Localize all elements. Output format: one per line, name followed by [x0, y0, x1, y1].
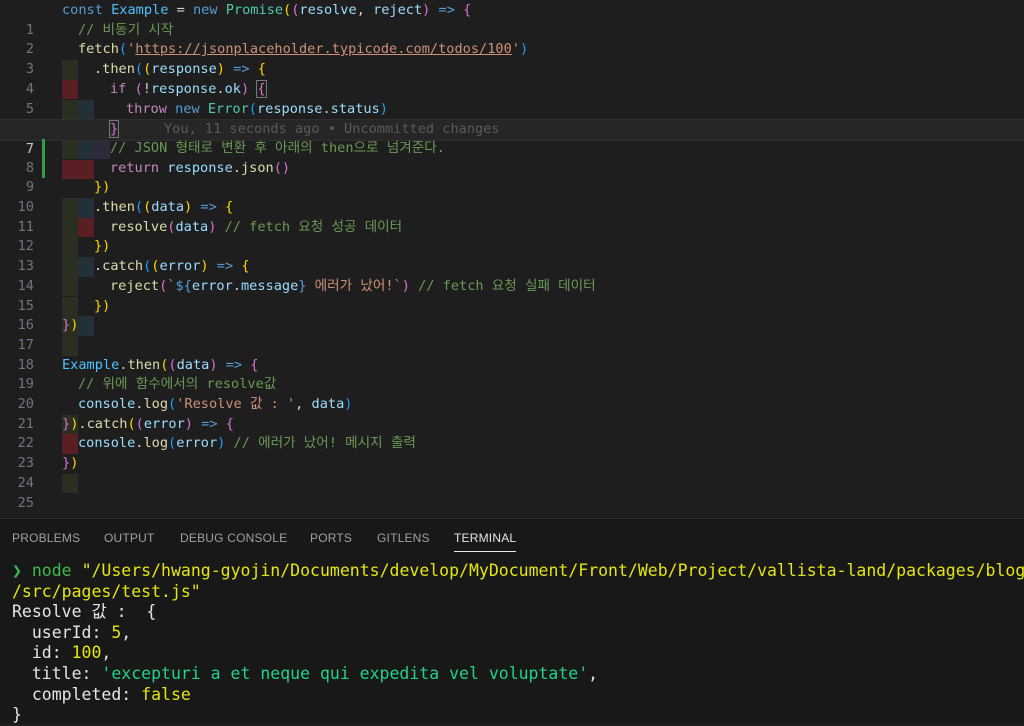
userid-value: 5: [111, 622, 122, 642]
code-line-current[interactable]: 7 } You, 11 seconds ago • Uncommitted ch…: [0, 119, 1024, 180]
code-text: console.log(error) // 에러가 났어! 메시지 출력: [78, 435, 416, 452]
code-line[interactable]: 2 // 비동기 시작: [0, 21, 1024, 80]
code-text: .then((response) => {: [94, 61, 266, 78]
git-blame-annotation: You, 11 seconds ago • Uncommitted change…: [164, 121, 500, 138]
code-line[interactable]: 17 }): [0, 316, 1024, 353]
code-line[interactable]: 19 Example.then((data) => {: [0, 356, 1024, 393]
code-text: }): [62, 317, 79, 334]
terminal-command: node: [31, 561, 72, 580]
code-text: .then((data) => {: [94, 199, 234, 215]
code-line[interactable]: 23 console.log(error) // 에러가 났어! 메시지 출력: [0, 434, 1024, 494]
code-text: const Example = new Promise((resolve, re…: [62, 2, 472, 18]
code-line[interactable]: 25: [0, 474, 1024, 511]
code-text: return response.json(): [110, 159, 291, 176]
code-line[interactable]: 22 }).catch((error) => {: [0, 415, 1024, 452]
code-text: }): [94, 297, 111, 314]
code-line[interactable]: 14 .catch((error) => {: [0, 257, 1024, 317]
code-line[interactable]: 11 .then((data) => {: [0, 198, 1024, 258]
tab-problems[interactable]: PROBLEMS: [12, 531, 80, 545]
id-value: 100: [71, 643, 102, 663]
code-editor[interactable]: 1 const Example = new Promise((resolve, …: [0, 0, 1024, 518]
code-text: // 위에 함수에서의 resolve값: [78, 376, 277, 393]
code-text: if (!response.ok) {: [110, 79, 267, 98]
code-line[interactable]: 4 .then((response) => {: [0, 60, 1024, 120]
code-line[interactable]: 8 // JSON 형태로 변환 후 아래의 then으로 넘겨준다.: [0, 138, 1024, 218]
code-line[interactable]: 13 }): [0, 237, 1024, 297]
completed-key: completed:: [12, 684, 142, 704]
code-text: reject(`${error.message} 에러가 났어!`) // fe…: [110, 277, 596, 294]
code-line[interactable]: 24 }): [0, 454, 1024, 491]
title-key: title:: [12, 663, 102, 683]
terminal-path: "/Users/hwang-gyojin/Documents/develop/M…: [81, 561, 1024, 580]
bottom-panel: PROBLEMS OUTPUT DEBUG CONSOLE PORTS GITL…: [0, 518, 1024, 724]
code-line[interactable]: 18: [0, 336, 1024, 373]
prompt-chevron-icon: ❯: [12, 561, 22, 580]
code-text: }: [108, 120, 120, 139]
code-line[interactable]: 21 console.log('Resolve 값 : ', data): [0, 395, 1024, 455]
code-text: console.log('Resolve 값 : ', data): [78, 396, 353, 412]
code-line[interactable]: 9 return response.json(): [0, 158, 1024, 238]
resolve-label: Resolve 값 : {: [12, 602, 157, 622]
code-line[interactable]: 12 resolve(data) // fetch 요청 성공 데이터: [0, 218, 1024, 277]
code-text: .catch((error) => {: [94, 258, 250, 275]
title-value: 'excepturi a et neque qui expedita vel v…: [101, 663, 589, 683]
tab-terminal[interactable]: TERMINAL: [454, 531, 517, 552]
code-line[interactable]: 16 }): [0, 297, 1024, 356]
code-text: resolve(data) // fetch 요청 성공 데이터: [110, 218, 403, 235]
tab-gitlens[interactable]: GITLENS: [377, 531, 430, 545]
code-text: Example.then((data) => {: [62, 356, 259, 373]
git-added-marker: [42, 138, 45, 159]
terminal-path-continued: /src/pages/test.js": [12, 581, 201, 601]
tab-output[interactable]: OUTPUT: [104, 531, 155, 545]
code-line[interactable]: 1 const Example = new Promise((resolve, …: [0, 1, 1024, 38]
code-line[interactable]: 15 reject(`${error.message} 에러가 났어!`) //…: [0, 277, 1024, 336]
closing-brace: }: [12, 705, 22, 725]
code-text: }): [94, 179, 111, 196]
code-text: }).catch((error) => {: [62, 415, 234, 432]
completed-value: false: [141, 684, 191, 704]
tab-debug-console[interactable]: DEBUG CONSOLE: [180, 531, 287, 545]
panel-tabs: PROBLEMS OUTPUT DEBUG CONSOLE PORTS GITL…: [0, 519, 1024, 559]
terminal-output[interactable]: ❯ node "/Users/hwang-gyojin/Documents/de…: [12, 561, 1024, 726]
git-added-marker: [42, 158, 45, 179]
code-line[interactable]: 20 // 위에 함수에서의 resolve값: [0, 375, 1024, 435]
code-line[interactable]: 10 }): [0, 178, 1024, 238]
code-text: }): [94, 238, 111, 255]
code-line[interactable]: 3 fetch('https://jsonplaceholder.typicod…: [0, 40, 1024, 100]
code-text: // JSON 형태로 변환 후 아래의 then으로 넘겨준다.: [110, 139, 445, 156]
line-number: 25: [17, 494, 34, 511]
code-text: // 비동기 시작: [78, 21, 174, 38]
userid-key: userId:: [12, 622, 112, 642]
code-line[interactable]: 5 if (!response.ok) {: [0, 79, 1024, 139]
id-key: id:: [12, 643, 72, 663]
tab-ports[interactable]: PORTS: [310, 531, 352, 545]
code-line[interactable]: 6 throw new Error(response.status): [0, 100, 1024, 159]
code-text: throw new Error(response.status): [126, 100, 388, 117]
code-text: }): [62, 455, 79, 472]
code-text: fetch('https://jsonplaceholder.typicode.…: [78, 41, 529, 58]
